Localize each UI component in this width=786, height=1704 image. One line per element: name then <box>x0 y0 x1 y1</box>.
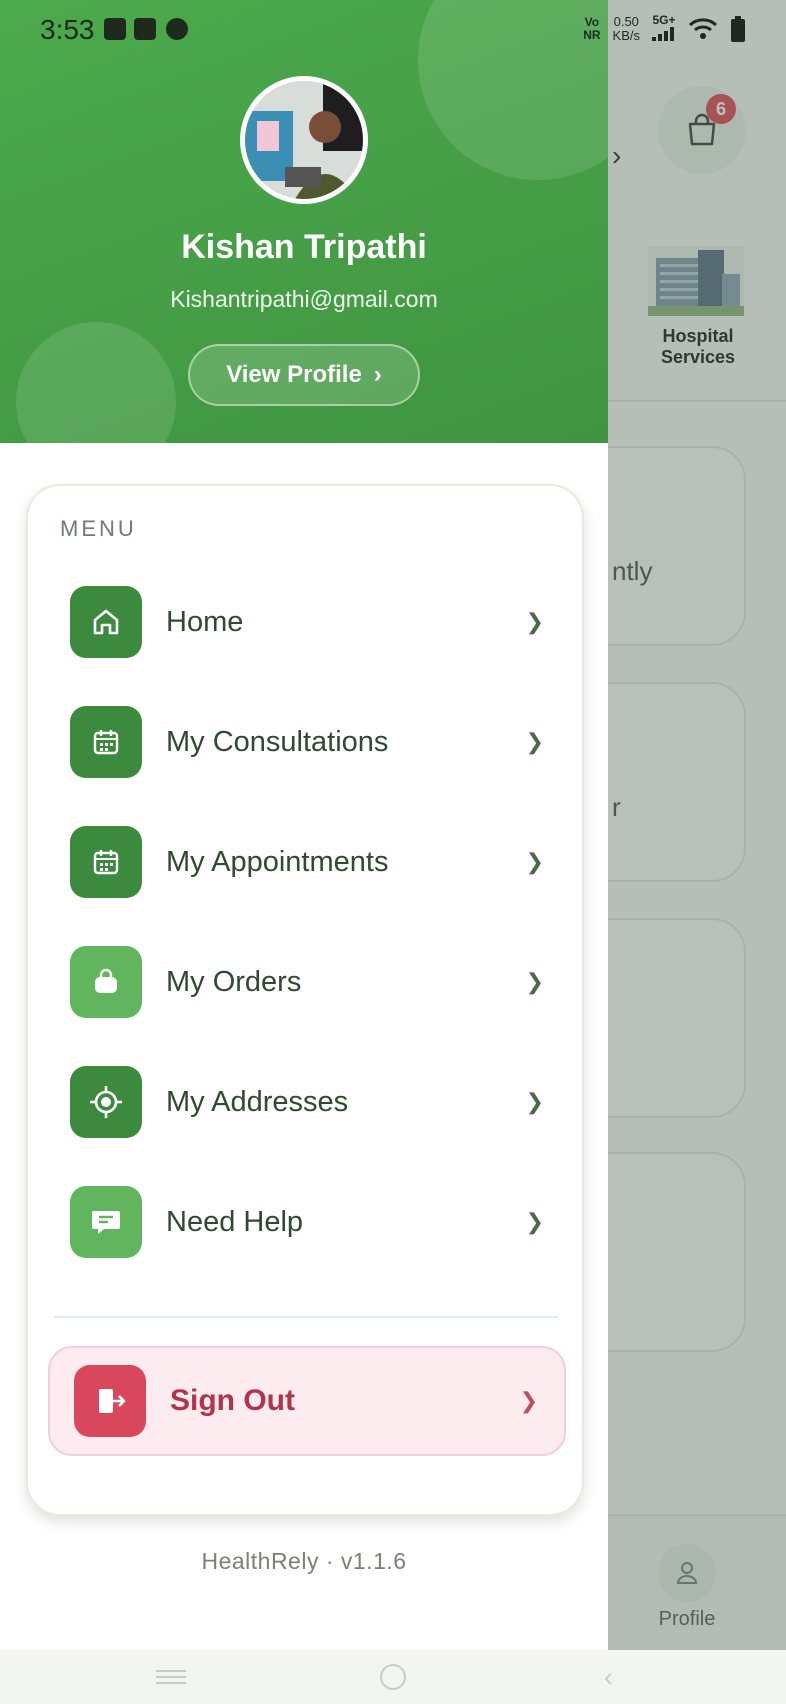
usb-icon <box>104 18 126 40</box>
system-navigation-bar: ‹ <box>0 1650 786 1704</box>
menu-item-my-consultations[interactable]: My Consultations ❯ <box>70 706 546 778</box>
chevron-right-icon: ❯ <box>525 729 544 754</box>
status-bar: 3:53 Vo NR 0.50 KB/s 5G+ <box>0 0 786 60</box>
menu-item-my-orders[interactable]: My Orders ❯ <box>70 946 546 1018</box>
menu-card: MENU Home ❯ My Consultations ❯ My Appoin… <box>26 484 584 1516</box>
view-profile-label: View Profile <box>226 361 362 388</box>
settings-icon <box>166 18 188 40</box>
chevron-right-icon: ❯ <box>519 1388 538 1413</box>
network-speed: 0.50 KB/s <box>612 14 640 43</box>
notification-icon <box>134 18 156 40</box>
menu-item-label: Need Help <box>166 1205 304 1238</box>
menu-item-label: Home <box>166 605 244 638</box>
back-icon[interactable]: ‹ <box>604 1662 613 1693</box>
chevron-right-icon: ❯ <box>525 969 544 994</box>
battery-icon <box>731 16 745 42</box>
recent-apps-icon[interactable] <box>156 1670 186 1684</box>
menu-item-label: My Consultations <box>166 725 389 758</box>
chevron-right-icon: ❯ <box>525 1209 544 1234</box>
chevron-right-icon: ❯ <box>525 609 544 634</box>
chevron-right-icon: › <box>373 361 382 388</box>
sign-out-label: Sign Out <box>170 1384 295 1417</box>
wifi-icon <box>688 18 718 39</box>
menu-item-label: My Addresses <box>166 1085 349 1118</box>
chevron-right-icon: ❯ <box>525 1089 544 1114</box>
network-type: Vo NR <box>583 15 601 42</box>
sign-out-icon <box>74 1365 146 1437</box>
avatar[interactable] <box>240 76 368 204</box>
bag-icon <box>70 946 142 1018</box>
navigation-drawer: Kishan Tripathi Kishantripathi@gmail.com… <box>0 0 608 1650</box>
view-profile-button[interactable]: View Profile › <box>188 344 420 406</box>
avatar-photo <box>245 81 363 199</box>
calendar-icon <box>70 826 142 898</box>
user-name: Kishan Tripathi <box>181 228 427 266</box>
menu-divider <box>54 1316 558 1318</box>
menu-item-my-appointments[interactable]: My Appointments ❯ <box>70 826 546 898</box>
menu-item-my-addresses[interactable]: My Addresses ❯ <box>70 1066 546 1138</box>
menu-title: MENU <box>60 516 137 541</box>
calendar-icon <box>70 706 142 778</box>
home-icon <box>70 586 142 658</box>
status-time: 3:53 <box>40 14 95 45</box>
app-version: HealthRely · v1.1.6 <box>201 1548 407 1574</box>
menu-item-label: My Orders <box>166 965 302 998</box>
sign-out-button[interactable]: Sign Out ❯ <box>48 1346 566 1456</box>
chevron-right-icon: ❯ <box>525 849 544 874</box>
menu-item-label: My Appointments <box>166 845 389 878</box>
menu-item-need-help[interactable]: Need Help ❯ <box>70 1186 546 1258</box>
location-target-icon <box>70 1066 142 1138</box>
signal-indicator: 5G+ <box>652 14 676 44</box>
signal-bars-icon <box>652 27 674 41</box>
user-email: Kishantripathi@gmail.com <box>170 286 438 312</box>
menu-item-home[interactable]: Home ❯ <box>70 586 546 658</box>
drawer-header: Kishan Tripathi Kishantripathi@gmail.com… <box>0 0 608 443</box>
decorative-circle <box>16 322 176 443</box>
status-right-group: Vo NR 0.50 KB/s 5G+ <box>583 14 746 44</box>
chat-icon <box>70 1186 142 1258</box>
home-button-icon[interactable] <box>380 1664 406 1690</box>
